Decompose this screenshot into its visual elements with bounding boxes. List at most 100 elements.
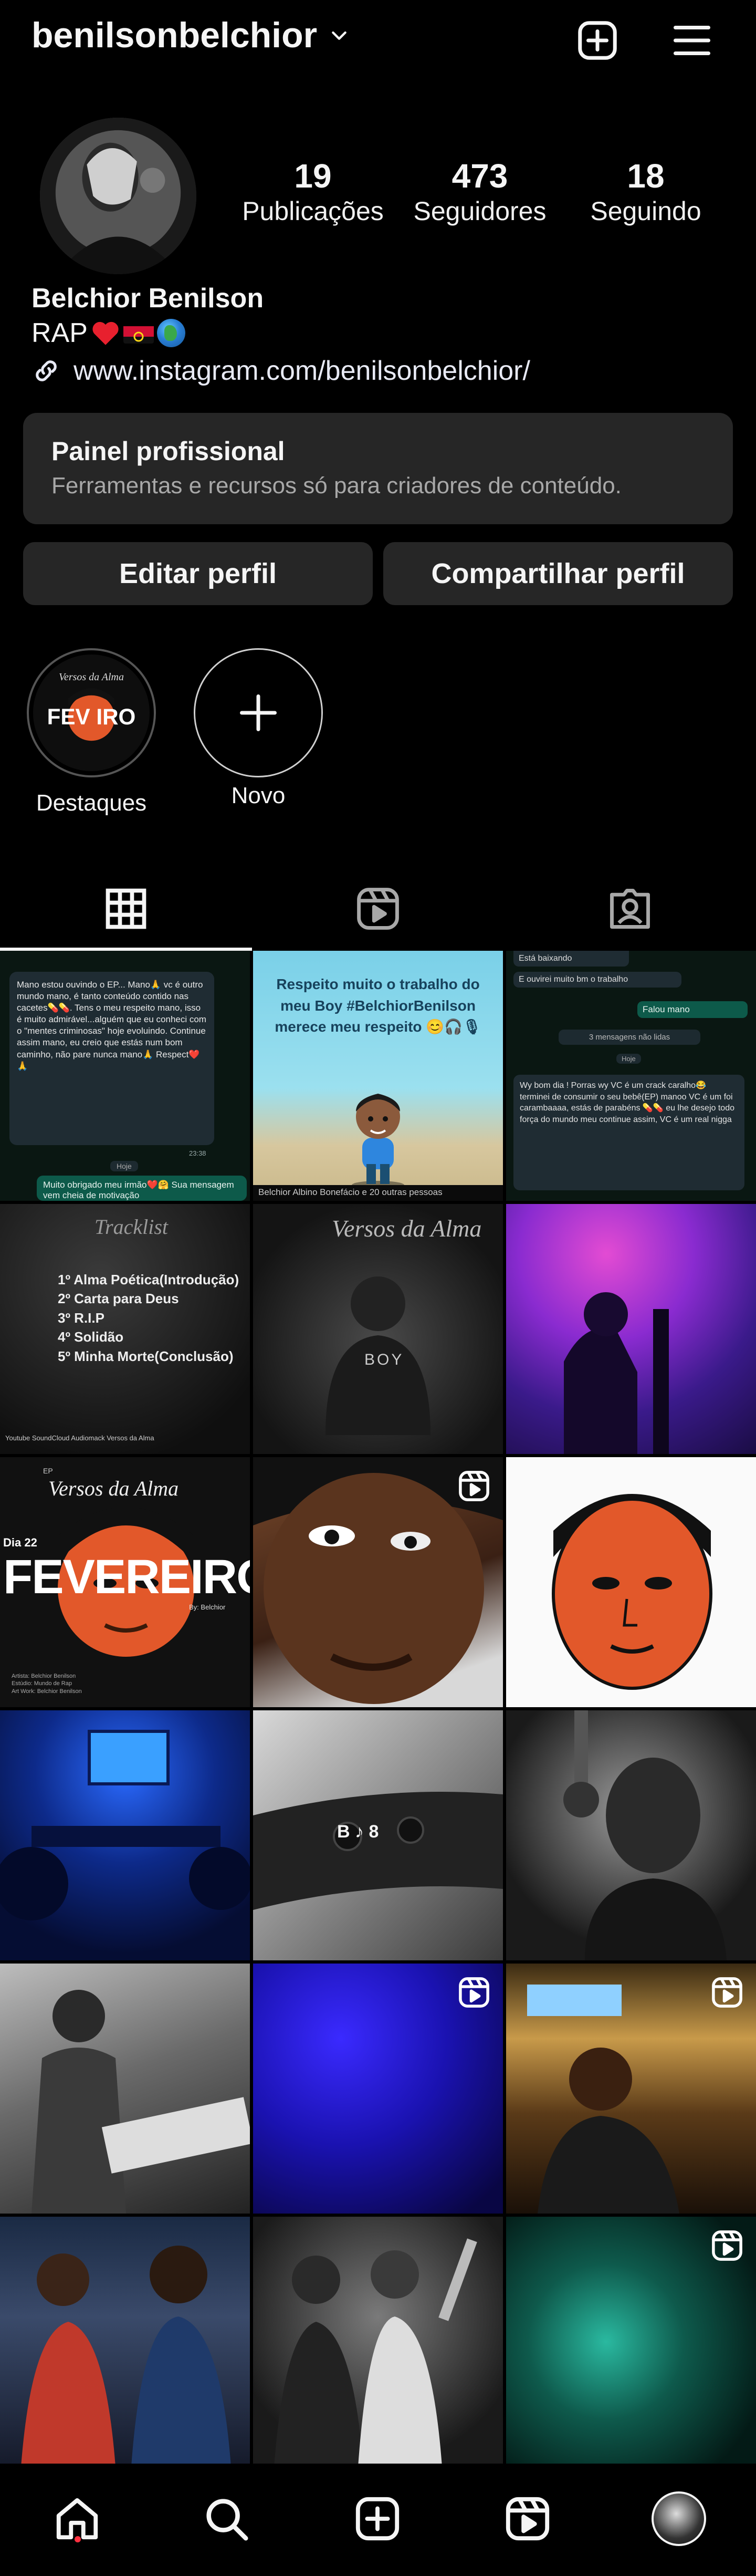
chat-date: Hoje <box>616 1054 641 1064</box>
following-count: 18 <box>627 157 665 195</box>
grid-post-2[interactable]: Respeito muito o trabalho do meu Boy #Be… <box>253 951 503 1201</box>
grid-post-17[interactable] <box>253 2217 503 2467</box>
mic-session-photo <box>563 1710 727 1960</box>
chat-unread: 3 mensagens não lidas <box>559 1030 700 1045</box>
link-text: www.instagram.com/benilsonbelchior/ <box>74 356 530 386</box>
grid-post-4[interactable]: Tracklist 1º Alma Poética(Introdução) 2º… <box>0 1204 250 1454</box>
chat-msg-1: Está baixando <box>513 951 629 967</box>
highlight-label: Destaques <box>36 790 147 816</box>
red-heart-icon <box>92 321 119 345</box>
chat-bubble-received: Mano estou ouvindo o EP... Mano🙏 vc é ou… <box>9 972 214 1145</box>
search-icon <box>206 2499 248 2541</box>
album-credits: Artista: Belchior Benilson Estúdio: Mund… <box>12 1673 82 1695</box>
chevron-down-icon <box>332 31 346 40</box>
svg-text:FEV IRO: FEV IRO <box>47 704 136 729</box>
tracklist-platforms: Youtube SoundCloud Audiomack Versos da A… <box>5 1434 154 1442</box>
track-1: 1º Alma Poética(Introdução) <box>58 1272 239 1287</box>
profile-avatar-small <box>652 2491 706 2546</box>
stat-following[interactable]: 18 Seguindo <box>567 158 724 228</box>
studio-photo <box>564 1292 669 1454</box>
tracklist-title: Tracklist <box>94 1215 169 1239</box>
profile-photo <box>40 118 196 274</box>
notification-dot <box>75 2536 81 2542</box>
nav-search[interactable] <box>197 2490 255 2548</box>
grid-post-9[interactable] <box>506 1457 756 1707</box>
grid-icon <box>106 888 146 929</box>
grid-post-16[interactable] <box>0 2217 250 2467</box>
stat-posts[interactable]: 19 Publicações <box>234 158 392 228</box>
grid-post-15[interactable] <box>506 1964 756 2214</box>
track-4: 4º Solidão <box>58 1329 124 1345</box>
grid-post-13[interactable] <box>0 1964 250 2214</box>
followers-count: 473 <box>452 157 508 195</box>
album-day: Dia 22 <box>3 1536 37 1549</box>
cartoon-character <box>352 1094 404 1189</box>
profile-bio: RAP <box>32 317 185 349</box>
plus-square-icon[interactable] <box>575 18 620 63</box>
profile-tabs <box>0 867 756 951</box>
group-photo <box>21 2246 231 2467</box>
grid-post-12[interactable] <box>506 1710 756 1960</box>
post-caption: Respeito muito o trabalho do meu Boy #Be… <box>275 976 481 1035</box>
angola-flag-icon <box>123 323 154 344</box>
shirt-text: BOY <box>364 1351 404 1368</box>
grid-post-3[interactable]: Está baixando E ouvirei muito bm o traba… <box>506 951 756 1201</box>
grid-post-14[interactable] <box>253 1964 503 2214</box>
track-5: 5º Minha Morte(Conclusão) <box>58 1348 234 1364</box>
share-profile-button[interactable]: Compartilhar perfil <box>383 542 733 605</box>
reels-icon <box>506 2497 550 2541</box>
grid-post-6[interactable] <box>506 1204 756 1454</box>
album-title: Versos da Alma <box>332 1215 482 1242</box>
grid-post-18[interactable] <box>506 2217 756 2467</box>
highlight-destaques[interactable]: Versos da Alma FEV IRO Destaques <box>23 648 160 816</box>
create-icon <box>355 2497 400 2541</box>
portrait-illustration <box>552 1494 712 1690</box>
edit-profile-button[interactable]: Editar perfil <box>23 542 373 605</box>
nav-reels[interactable] <box>499 2490 556 2548</box>
tab-posts[interactable] <box>0 867 252 951</box>
track-2: 2º Carta para Deus <box>58 1291 179 1307</box>
grid-post-10[interactable] <box>0 1710 250 1960</box>
highlight-new[interactable]: Novo <box>190 648 327 809</box>
tab-tagged[interactable] <box>504 867 756 951</box>
tab-reels[interactable] <box>252 867 504 951</box>
profile-avatar[interactable] <box>40 118 196 274</box>
reel-badge-icon <box>459 1471 489 1501</box>
chat-time: 23:38 <box>189 1149 206 1157</box>
hamburger-menu-icon[interactable] <box>670 18 714 63</box>
posts-label: Publicações <box>242 196 384 226</box>
nav-create[interactable] <box>349 2490 406 2548</box>
grid-post-7[interactable]: EP Versos da Alma Dia 22 FEVEREIRO By: B… <box>0 1457 250 1707</box>
crowd-photo <box>274 2238 477 2467</box>
chat-msg-2: E ouvirei muito bm o trabalho <box>513 972 681 988</box>
top-bar: benilsonbelchior <box>0 0 756 79</box>
bio-text: RAP <box>32 318 88 348</box>
nav-profile[interactable] <box>650 2490 708 2548</box>
grid-post-5[interactable]: Versos da Alma BOY <box>253 1204 503 1454</box>
globe-icon <box>156 319 185 347</box>
profile-name: Belchior Benilson <box>32 283 264 314</box>
followers-label: Seguidores <box>413 196 547 226</box>
professional-dashboard[interactable]: Painel profissional Ferramentas e recurs… <box>23 413 733 524</box>
track-3: 3º R.I.P <box>58 1310 104 1326</box>
panel-subtitle: Ferramentas e recursos só para criadores… <box>51 473 622 498</box>
account-switcher[interactable]: benilsonbelchior <box>32 15 350 56</box>
chat-date: Hoje <box>110 1161 138 1171</box>
reel-badge-icon <box>712 1977 742 2008</box>
grid-post-11[interactable]: B ♪ 8 <box>253 1710 503 1960</box>
profile-link[interactable]: www.instagram.com/benilsonbelchior/ <box>32 355 530 387</box>
new-highlight-circle <box>194 648 323 777</box>
highlight-cover: Versos da Alma FEV IRO <box>27 648 156 777</box>
grid-post-1[interactable]: Mano estou ouvindo o EP... Mano🙏 vc é ou… <box>0 951 250 1201</box>
keyboard-photo <box>32 1990 250 2214</box>
grid-post-8[interactable] <box>253 1457 503 1707</box>
following-label: Seguindo <box>590 196 701 226</box>
chat-msg-long: Wy bom dia ! Porras wy VC é um crack car… <box>513 1075 744 1190</box>
stat-followers[interactable]: 473 Seguidores <box>401 158 559 228</box>
chat-msg-3: Falou mano <box>637 1001 748 1018</box>
tracklist-items: 1º Alma Poética(Introdução) 2º Carta par… <box>58 1270 239 1366</box>
username: benilsonbelchior <box>32 15 318 55</box>
link-icon <box>36 360 57 381</box>
reel-badge-icon <box>712 2230 742 2261</box>
bracelet-letters: B ♪ 8 <box>337 1822 379 1842</box>
